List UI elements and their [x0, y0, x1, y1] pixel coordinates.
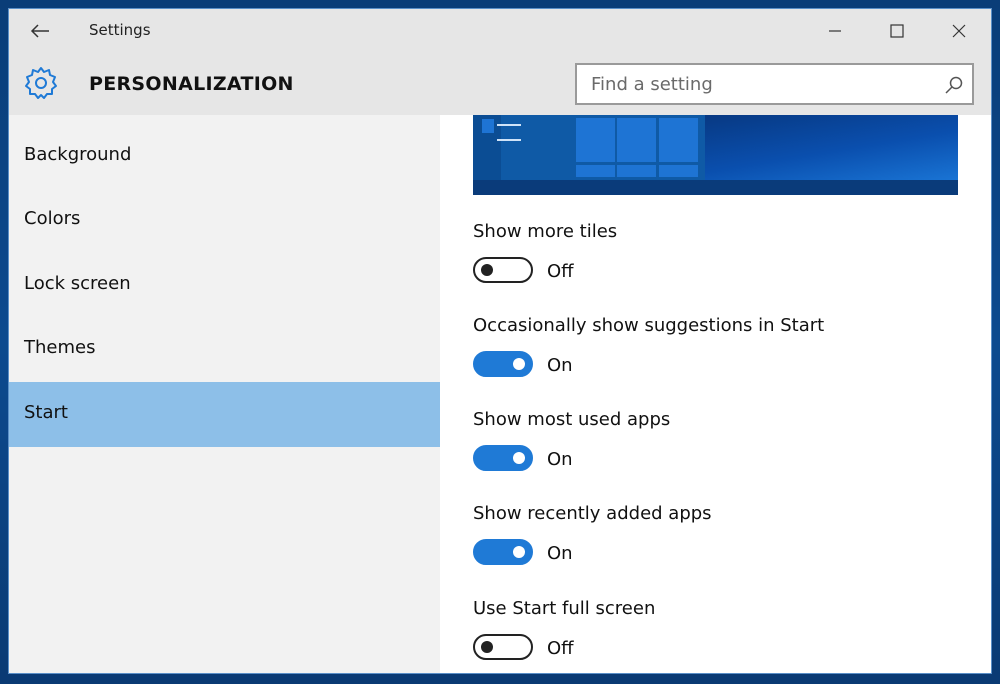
minimize-button[interactable] [813, 15, 857, 47]
setting-recently-added-apps-label: Show recently added apps [473, 503, 712, 524]
sidebar-item-background[interactable]: Background [9, 124, 440, 189]
toggle-suggestions[interactable] [473, 351, 533, 377]
sidebar-item-label: Background [24, 144, 132, 165]
sidebar-item-themes[interactable]: Themes [9, 317, 440, 382]
toggle-show-more-tiles[interactable] [473, 257, 533, 283]
toggle-state-label: Off [547, 638, 574, 659]
search-box[interactable] [575, 63, 974, 105]
toggle-state-label: On [547, 355, 573, 376]
toggle-most-used-apps[interactable] [473, 445, 533, 471]
minimize-icon [829, 30, 841, 32]
page-title: PERSONALIZATION [89, 73, 294, 95]
start-menu-preview [473, 115, 958, 195]
toggle-state-label: On [547, 449, 573, 470]
sidebar-item-label: Start [24, 402, 68, 423]
close-button[interactable] [937, 15, 981, 47]
sidebar-item-label: Colors [24, 208, 81, 229]
maximize-icon [890, 24, 904, 38]
close-icon [952, 24, 966, 38]
title-bar: Settings [9, 9, 991, 53]
toggle-knob [481, 264, 493, 276]
main-content: Show more tiles Off Occasionally show su… [440, 115, 991, 673]
toggle-knob [481, 641, 493, 653]
back-button[interactable] [25, 17, 55, 45]
settings-window: Settings PERSONALIZATION Find a setting … [8, 8, 992, 674]
toggle-knob [513, 546, 525, 558]
sidebar-item-lock-screen[interactable]: Lock screen [9, 253, 440, 318]
sidebar-item-colors[interactable]: Colors [9, 188, 440, 253]
search-icon[interactable] [944, 75, 964, 95]
setting-full-screen-label: Use Start full screen [473, 598, 656, 619]
sidebar: Background Colors Lock screen Themes Sta… [9, 115, 440, 673]
search-input[interactable] [577, 65, 972, 103]
toggle-full-screen[interactable] [473, 634, 533, 660]
page-header: PERSONALIZATION [9, 53, 991, 115]
maximize-button[interactable] [875, 15, 919, 47]
setting-suggestions-label: Occasionally show suggestions in Start [473, 315, 825, 336]
toggle-knob [513, 358, 525, 370]
gear-icon [25, 67, 57, 99]
window-title: Settings [89, 21, 151, 39]
toggle-recently-added-apps[interactable] [473, 539, 533, 565]
setting-most-used-apps-label: Show most used apps [473, 409, 671, 430]
toggle-state-label: Off [547, 261, 574, 282]
toggle-knob [513, 452, 525, 464]
sidebar-item-label: Themes [24, 337, 96, 358]
toggle-state-label: On [547, 543, 573, 564]
sidebar-item-start[interactable]: Start [9, 382, 440, 447]
setting-show-more-tiles-label: Show more tiles [473, 221, 618, 242]
sidebar-item-label: Lock screen [24, 273, 131, 294]
back-arrow-icon [30, 24, 49, 38]
